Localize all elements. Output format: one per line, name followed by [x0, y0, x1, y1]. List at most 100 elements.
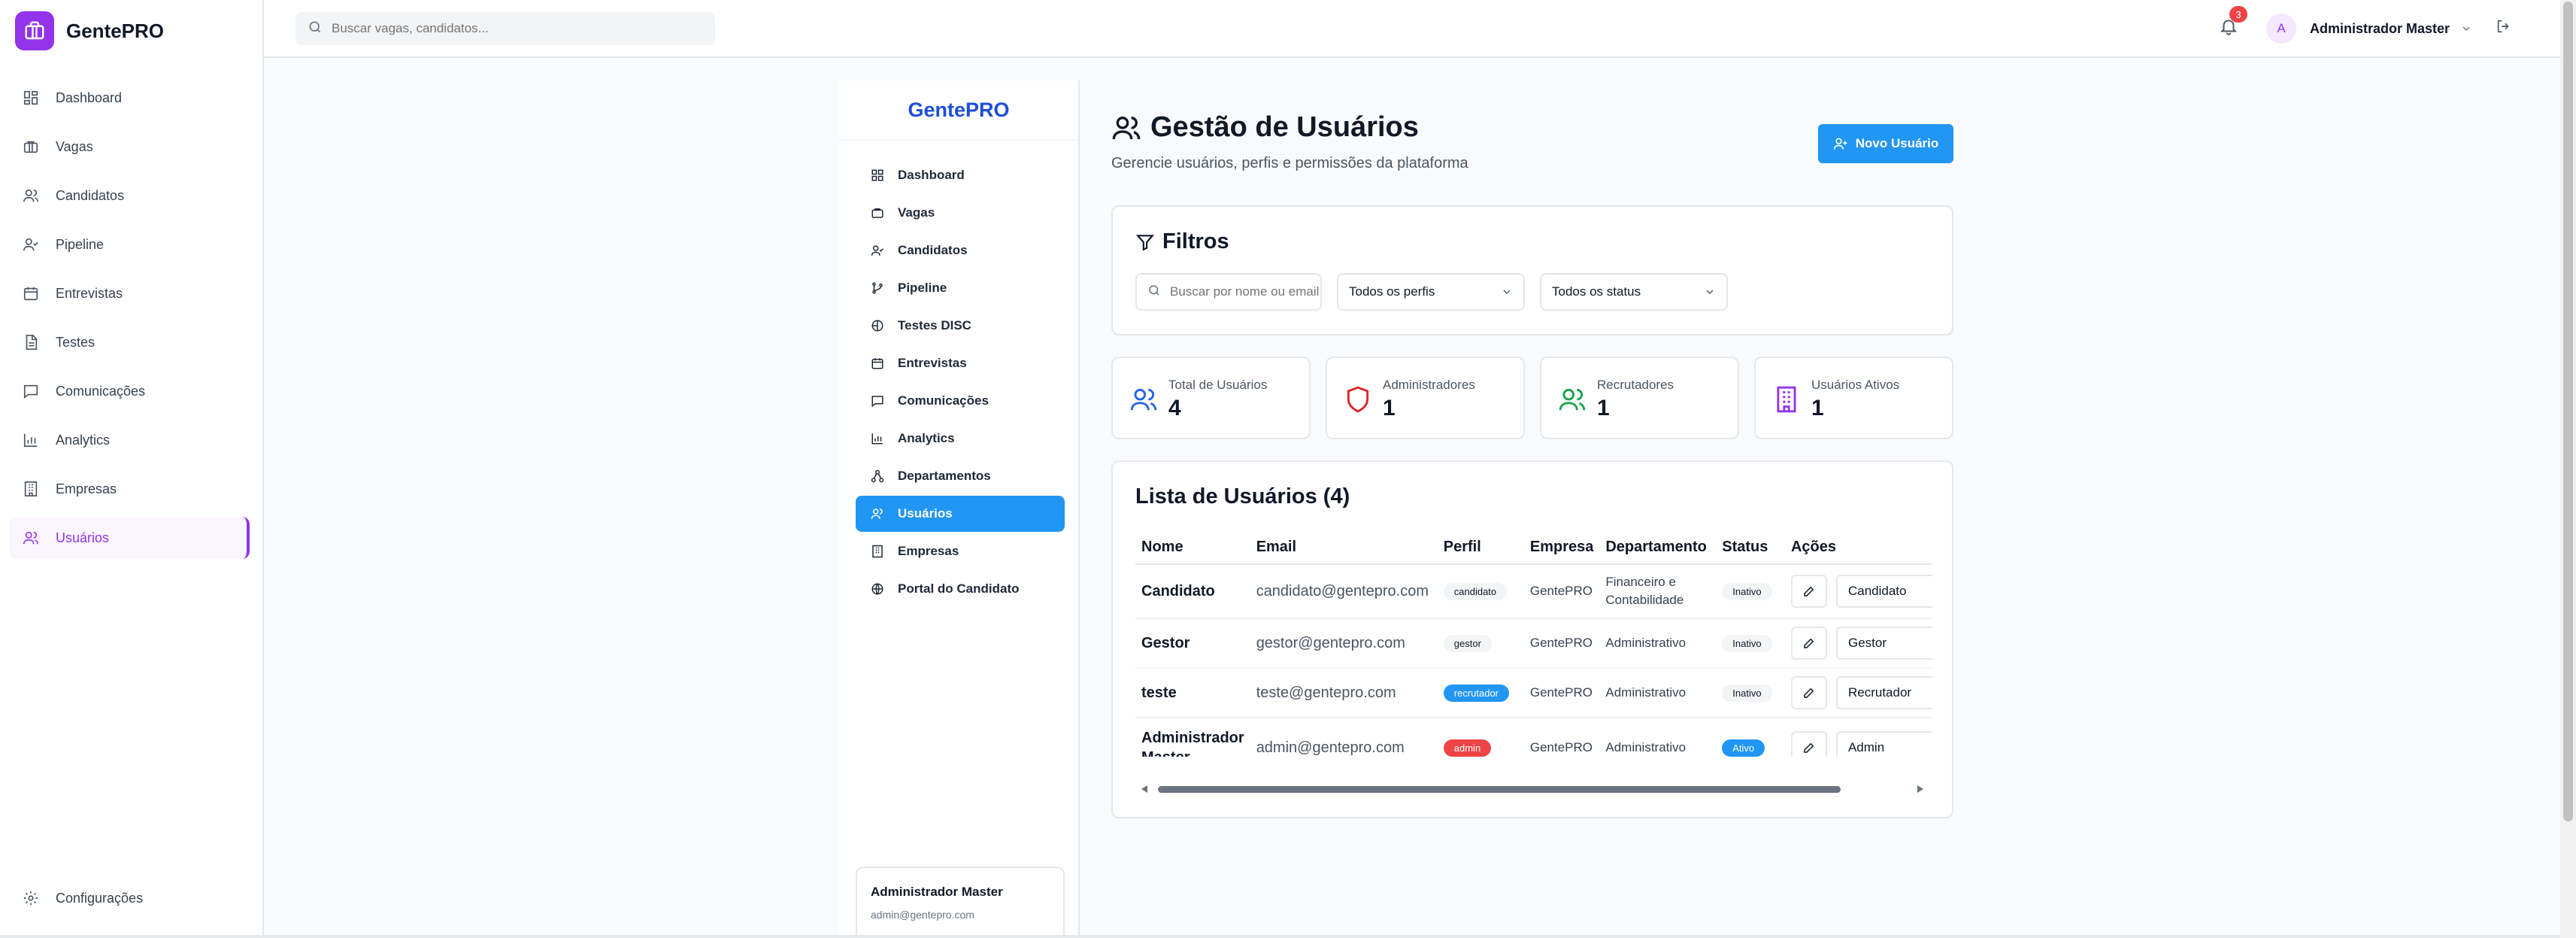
inner-item-dashboard[interactable]: Dashboard	[856, 157, 1065, 193]
department-cell: Administrativo	[1599, 718, 1717, 757]
users-icon	[1556, 384, 1588, 415]
column-header: Nome	[1135, 531, 1250, 565]
user-name-cell: teste	[1135, 668, 1250, 718]
inner-item-departamentos[interactable]: Departamentos	[856, 458, 1065, 494]
sidebar-item-vagas[interactable]: Vagas	[9, 126, 250, 168]
profile-badge: gestor	[1443, 634, 1492, 652]
table-row: teste teste@gentepro.com recrutador Gent…	[1135, 668, 1932, 718]
app-sidebar: GentePRO Dashboard Vagas Candidatos Pipe…	[0, 0, 264, 938]
brand[interactable]: GentePRO	[15, 11, 164, 50]
logout-icon[interactable]	[2496, 18, 2518, 41]
inner-sidebar: GentePRO Dashboard Vagas Candidatos Pipe…	[839, 80, 1080, 938]
user-name-cell: Gestor	[1135, 618, 1250, 669]
edit-button[interactable]	[1790, 627, 1827, 660]
inner-item-entrevistas[interactable]: Entrevistas	[856, 345, 1065, 381]
user-name-cell: Candidato	[1135, 564, 1250, 619]
page-subtitle: Gerencie usuários, perfis e permissões d…	[1111, 155, 1468, 172]
edit-button[interactable]	[1790, 575, 1827, 608]
user-name: Administrador Master	[2310, 20, 2450, 36]
sidebar-item-configuracoes[interactable]: Configurações	[9, 877, 250, 919]
users-icon	[21, 528, 41, 548]
role-select[interactable]: Recrutador	[1835, 676, 1932, 709]
sidebar-item-candidatos[interactable]: Candidatos	[9, 175, 250, 217]
status-cell: Inativo	[1716, 564, 1785, 619]
status-select[interactable]: Todos os status	[1540, 273, 1728, 311]
column-header: Empresa	[1523, 531, 1600, 565]
message-icon	[869, 393, 886, 409]
sidebar-item-analytics[interactable]: Analytics	[9, 419, 250, 461]
inner-item-testes-disc[interactable]: Testes DISC	[856, 308, 1065, 344]
brand-name: GentePRO	[66, 19, 165, 42]
stat-label: Usuários Ativos	[1811, 378, 1900, 392]
inner-brand[interactable]: GentePRO	[908, 99, 1009, 122]
inner-item-candidatos[interactable]: Candidatos	[856, 232, 1065, 269]
actions-cell: Gestor	[1784, 618, 1932, 669]
inner-item-pipeline[interactable]: Pipeline	[856, 270, 1065, 306]
notification-badge: 3	[2229, 6, 2247, 23]
page-scroll-thumb[interactable]	[2563, 2, 2573, 821]
inner-item-empresas[interactable]: Empresas	[856, 533, 1065, 569]
top-header: 3 A Administrador Master	[264, 0, 2560, 58]
calendar-icon	[21, 284, 41, 303]
edit-button[interactable]	[1790, 676, 1827, 709]
briefcase-logo-icon	[15, 11, 54, 50]
status-cell: Inativo	[1716, 618, 1785, 669]
search-input[interactable]	[332, 21, 692, 36]
sidebar-item-label: Configurações	[56, 890, 144, 906]
users-icon	[1111, 113, 1141, 143]
inner-item-label: Entrevistas	[898, 356, 967, 370]
edit-button[interactable]	[1790, 731, 1827, 757]
sidebar-item-label: Pipeline	[56, 236, 105, 252]
chevron-down-icon	[2460, 23, 2472, 35]
user-email-cell: gestor@gentepro.com	[1250, 618, 1438, 669]
inner-item-usuarios[interactable]: Usuários	[856, 496, 1065, 532]
bar-chart-icon	[869, 430, 886, 447]
sidebar-item-empresas[interactable]: Empresas	[9, 468, 250, 510]
new-user-button[interactable]: Novo Usuário	[1818, 124, 1953, 163]
global-search[interactable]	[295, 12, 715, 45]
sidebar-item-label: Dashboard	[56, 90, 123, 105]
user-email-cell: candidato@gentepro.com	[1250, 564, 1438, 619]
scroll-right-arrow-icon[interactable]	[1917, 785, 1923, 793]
profile-select[interactable]: Todos os perfis	[1337, 273, 1525, 311]
company-cell: GentePRO	[1523, 564, 1600, 619]
column-header: Departamento	[1599, 531, 1717, 565]
sidebar-item-dashboard[interactable]: Dashboard	[9, 77, 250, 119]
user-check-icon	[869, 242, 886, 259]
department-cell: Administrativo	[1599, 668, 1717, 718]
inner-item-analytics[interactable]: Analytics	[856, 420, 1065, 457]
page-vertical-scrollbar[interactable]	[2560, 0, 2576, 938]
sidebar-item-entrevistas[interactable]: Entrevistas	[9, 272, 250, 314]
chevron-down-icon	[1704, 286, 1716, 298]
filter-search[interactable]	[1135, 273, 1322, 311]
table-horizontal-scrollbar[interactable]	[1135, 782, 1932, 796]
inner-item-comunicacoes[interactable]: Comunicações	[856, 383, 1065, 419]
gear-icon	[21, 888, 41, 908]
table-header-row: Nome Email Perfil Empresa Departamento S…	[1135, 531, 1932, 565]
edit-icon	[1804, 638, 1814, 648]
scroll-thumb[interactable]	[1158, 786, 1841, 793]
role-select[interactable]: Candidato	[1835, 575, 1932, 608]
status-cell: Inativo	[1716, 668, 1785, 718]
chevron-down-icon	[1501, 286, 1513, 298]
scroll-left-arrow-icon[interactable]	[1141, 785, 1147, 793]
sidebar-item-testes[interactable]: Testes	[9, 321, 250, 363]
user-menu[interactable]: A Administrador Master	[2266, 14, 2472, 44]
status-badge: Inativo	[1722, 634, 1772, 652]
status-select-value: Todos os status	[1552, 284, 1641, 299]
sidebar-item-comunicacoes[interactable]: Comunicações	[9, 370, 250, 412]
edit-icon	[1804, 586, 1814, 596]
sidebar-item-usuarios[interactable]: Usuários	[9, 517, 250, 559]
filter-search-input[interactable]	[1170, 284, 1320, 299]
building-icon	[21, 479, 41, 499]
inner-item-portal-candidato[interactable]: Portal do Candidato	[856, 571, 1065, 607]
sidebar-item-label: Entrevistas	[56, 285, 123, 301]
disc-icon	[869, 317, 886, 334]
role-select[interactable]: Gestor	[1835, 627, 1932, 660]
inner-item-vagas[interactable]: Vagas	[856, 195, 1065, 231]
profile-select-value: Todos os perfis	[1349, 284, 1435, 299]
sidebar-item-pipeline[interactable]: Pipeline	[9, 223, 250, 266]
role-select[interactable]: Admin	[1835, 731, 1932, 757]
table-row: Administrador Master admin@gentepro.com …	[1135, 718, 1932, 757]
company-cell: GentePRO	[1523, 718, 1600, 757]
